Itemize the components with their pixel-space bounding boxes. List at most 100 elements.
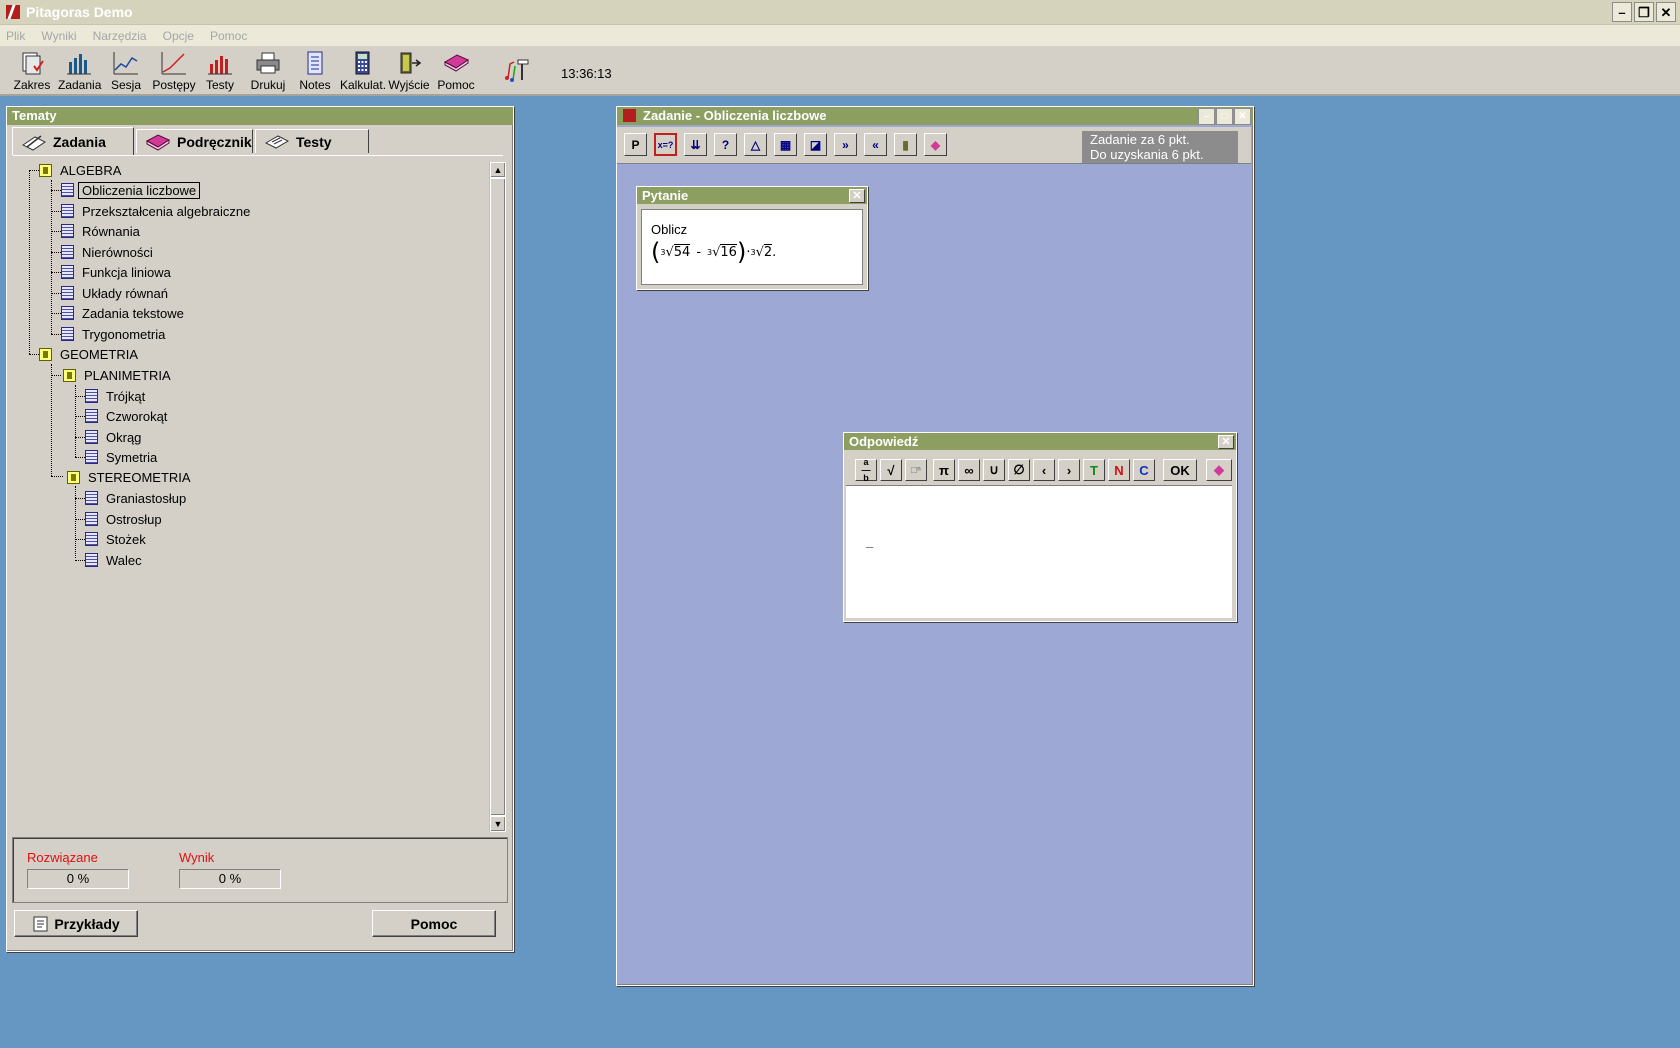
tree-node-stereometria[interactable]: STEREOMETRIA (67, 467, 191, 487)
tree-item-rownania[interactable]: Równania (61, 221, 140, 241)
zadanie-toolbar: P x=? ⇊ ? △ ▦ ◪ » « ▮ ◆ Zadanie za 6 pkt… (617, 127, 1251, 164)
progress-chart-icon (160, 50, 188, 76)
answer-input[interactable]: _ (846, 485, 1232, 618)
tree-item-trojkat[interactable]: Trójkąt (85, 386, 145, 406)
tab-zadania[interactable]: Zadania (12, 127, 134, 155)
tool-next-button[interactable]: » (834, 133, 857, 156)
fraction-button[interactable]: a — b (855, 457, 877, 483)
text-cursor: _ (866, 534, 874, 549)
tool-question-button[interactable]: ? (714, 133, 737, 156)
power-icon: □ⁿ (911, 464, 921, 476)
angle-right-button[interactable]: › (1058, 459, 1080, 481)
pi-button[interactable]: π (933, 459, 955, 481)
tree-node-planimetria[interactable]: PLANIMETRIA (63, 365, 171, 385)
menu-bar: Plik Wyniki Narzędzia Opcje Pomoc (0, 25, 1680, 46)
hint-arrows-icon: ⇊ (690, 137, 701, 152)
angle-left-button[interactable]: ‹ (1033, 459, 1055, 481)
zadanie-close-button[interactable]: ✕ (1234, 108, 1251, 125)
union-button[interactable]: ∪ (983, 459, 1005, 481)
toolbar-testy[interactable]: Testy (202, 50, 238, 92)
tool-calculator-button[interactable]: ▦ (774, 133, 797, 156)
tab-podrecznik[interactable]: Podręcznik (136, 129, 253, 153)
minimize-button[interactable]: – (1612, 2, 1632, 22)
document-icon (85, 532, 98, 546)
help-button[interactable]: Pomoc (372, 910, 496, 937)
restore-button[interactable]: ❐ (1634, 2, 1654, 22)
menu-opcje[interactable]: Opcje (163, 29, 194, 43)
document-icon (61, 245, 74, 259)
document-icon (85, 389, 98, 403)
tree-node-geometria[interactable]: GEOMETRIA (39, 344, 138, 364)
toolbar-wyjscie[interactable]: Wyjście (388, 50, 430, 92)
zadanie-maximize-button[interactable]: □ (1216, 108, 1233, 125)
menu-wyniki[interactable]: Wyniki (41, 29, 76, 43)
tree-item-obliczenia-liczbowe[interactable]: Obliczenia liczbowe (61, 180, 201, 200)
menu-narzedzia[interactable]: Narzędzia (93, 29, 147, 43)
tree-item-graniastoslup[interactable]: Graniastosłup (85, 488, 186, 508)
ok-button[interactable]: OK (1163, 459, 1197, 481)
tab-testy[interactable]: Testy (255, 129, 369, 153)
tool-solve-button[interactable]: x=? (654, 133, 677, 156)
toolbar-postepy[interactable]: Postępy (152, 50, 196, 92)
document-icon (85, 430, 98, 444)
tree-item-stozek[interactable]: Stożek (85, 529, 146, 549)
tree-item-symetria[interactable]: Symetria (85, 447, 157, 467)
tool-prev-button[interactable]: « (864, 133, 887, 156)
toolbar-kalkulator[interactable]: Kalkulat. (340, 50, 386, 92)
fraction-icon: a — b (861, 457, 871, 483)
app-title: Pitagoras Demo (26, 4, 133, 20)
odpowiedz-title-bar: Odpowiedź ✕ (844, 433, 1236, 450)
toolbar-drukuj[interactable]: Drukuj (248, 50, 288, 92)
infinity-button[interactable]: ∞ (958, 459, 980, 481)
scroll-thumb[interactable] (490, 178, 506, 816)
toolbar-zadania[interactable]: Zadania (58, 50, 101, 92)
scroll-up-icon[interactable]: ▲ (490, 162, 506, 178)
toolbar-zakres[interactable]: Zakres (12, 50, 52, 92)
menu-pomoc[interactable]: Pomoc (210, 29, 247, 43)
tool-hint-button[interactable]: ⇊ (684, 133, 707, 156)
tree-item-ostroslup[interactable]: Ostrosłup (85, 509, 162, 529)
window-logo-icon (623, 109, 636, 122)
tree-node-algebra[interactable]: ALGEBRA (39, 160, 121, 180)
tematy-panel: Tematy Zadania Podręcznik Testy ALGEBRA … (6, 106, 514, 952)
pytanie-close-button[interactable]: ✕ (849, 189, 865, 203)
n-button[interactable]: N (1108, 459, 1130, 481)
document-icon (85, 512, 98, 526)
tree-scrollbar[interactable]: ▲ ▼ (489, 162, 506, 832)
odpowiedz-help-button[interactable]: ◆ (1206, 459, 1232, 481)
tool-p-button[interactable]: P (624, 133, 647, 156)
toolbar-pomoc[interactable]: Pomoc (436, 50, 476, 92)
tree-item-funkcja-liniowa[interactable]: Funkcja liniowa (61, 262, 171, 282)
examples-button[interactable]: Przykłady (14, 910, 138, 937)
zadanie-title-bar: Zadanie - Obliczenia liczbowe – □ ✕ (617, 107, 1253, 125)
document-icon (61, 286, 74, 300)
toolbar-sound[interactable] (496, 56, 536, 84)
empty-set-button[interactable]: ∅ (1008, 459, 1030, 481)
tree-item-zadania-tekstowe[interactable]: Zadania tekstowe (61, 303, 184, 323)
toolbar-sesja[interactable]: Sesja (108, 50, 144, 92)
odpowiedz-close-button[interactable]: ✕ (1218, 435, 1234, 449)
power-button[interactable]: □ⁿ (905, 459, 927, 481)
help-book-icon (442, 50, 470, 76)
menu-plik[interactable]: Plik (6, 29, 25, 43)
solved-value: 0 % (27, 869, 129, 889)
t-button[interactable]: T (1083, 459, 1105, 481)
tree-item-uklady-rownan[interactable]: Układy równań (61, 283, 168, 303)
close-button[interactable]: ✕ (1656, 2, 1676, 22)
tree-item-walec[interactable]: Walec (85, 550, 142, 570)
tree-item-trygonometria[interactable]: Trygonometria (61, 324, 165, 344)
toolbar-notes[interactable]: Notes (298, 50, 332, 92)
tool-triangle-hint-button[interactable]: △ (744, 133, 767, 156)
scroll-down-icon[interactable]: ▼ (490, 816, 506, 832)
sqrt-button[interactable]: √ (880, 459, 902, 481)
tool-exit-button[interactable]: ▮ (894, 133, 917, 156)
app-title-bar: Pitagoras Demo – ❐ ✕ (0, 0, 1680, 25)
tool-chart-button[interactable]: ◪ (804, 133, 827, 156)
tree-item-nierownosci[interactable]: Nierówności (61, 242, 153, 262)
zadanie-minimize-button[interactable]: – (1198, 108, 1215, 125)
tree-item-przeksztalcenia[interactable]: Przekształcenia algebraiczne (61, 201, 250, 221)
c-button[interactable]: C (1133, 459, 1155, 481)
tree-item-czworokat[interactable]: Czworokąt (85, 406, 167, 426)
tree-item-okrag[interactable]: Okrąg (85, 427, 141, 447)
tool-help-button[interactable]: ◆ (924, 133, 947, 156)
